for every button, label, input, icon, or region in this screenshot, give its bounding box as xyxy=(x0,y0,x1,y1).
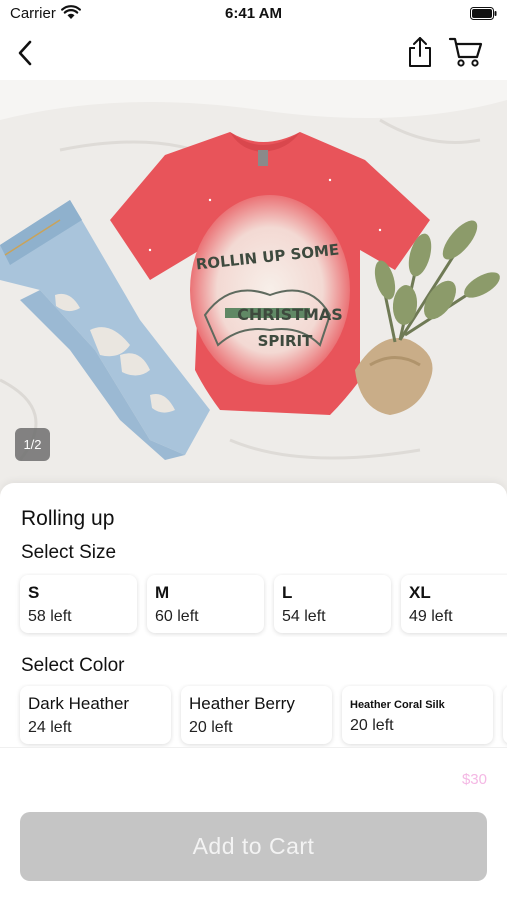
status-time: 6:41 AM xyxy=(225,5,282,22)
select-size-label: Select Size xyxy=(21,542,117,563)
cart-icon xyxy=(448,37,483,67)
color-name: Heather Berry xyxy=(189,694,295,713)
footer-divider xyxy=(0,747,507,748)
color-stock: 20 left xyxy=(350,717,394,734)
size-name: L xyxy=(282,583,293,602)
size-stock: 49 left xyxy=(409,608,453,625)
size-options: S 58 left M 60 left L 54 left XL 49 left xyxy=(0,573,507,637)
status-bar: Carrier 6:41 AM xyxy=(0,0,507,28)
select-color-label: Select Color xyxy=(21,655,125,676)
size-name: M xyxy=(155,583,170,602)
size-name: S xyxy=(28,583,40,602)
color-option-heather-coral-silk[interactable]: Heather Coral Silk 20 left xyxy=(342,686,493,744)
price-label: $30 xyxy=(461,771,487,788)
size-option-s[interactable]: S 58 left xyxy=(20,575,137,633)
cart-button[interactable] xyxy=(446,34,486,70)
share-button[interactable] xyxy=(403,34,437,70)
battery-icon xyxy=(470,7,497,20)
svg-text:SPIRIT: SPIRIT xyxy=(258,332,314,350)
share-icon xyxy=(409,37,431,67)
color-options: Dark Heather 24 left Heather Berry 20 le… xyxy=(0,684,507,748)
color-option-next[interactable] xyxy=(503,686,507,744)
size-option-m[interactable]: M 60 left xyxy=(147,575,264,633)
size-name: XL xyxy=(409,583,431,602)
size-option-l[interactable]: L 54 left xyxy=(274,575,391,633)
color-name: Dark Heather xyxy=(28,694,130,713)
product-options-sheet: Rolling up Select Size S 58 left M 60 le… xyxy=(0,483,507,900)
color-name: Heather Coral Silk xyxy=(350,699,445,711)
color-option-heather-berry[interactable]: Heather Berry 20 left xyxy=(181,686,332,744)
color-stock: 20 left xyxy=(189,719,233,736)
color-stock: 24 left xyxy=(28,719,72,736)
svg-text:CHRISTMAS: CHRISTMAS xyxy=(237,305,343,324)
chevron-left-icon xyxy=(18,40,32,66)
size-option-xl[interactable]: XL 49 left xyxy=(401,575,507,633)
size-stock: 60 left xyxy=(155,608,199,625)
size-stock: 58 left xyxy=(28,608,72,625)
product-title: Rolling up xyxy=(21,507,115,530)
color-option-dark-heather[interactable]: Dark Heather 24 left xyxy=(20,686,171,744)
add-to-cart-button[interactable]: Add to Cart xyxy=(20,812,487,881)
product-photo: ROLLIN UP SOME CHRISTMAS SPIRIT xyxy=(0,80,507,500)
back-button[interactable] xyxy=(10,36,40,70)
product-image[interactable]: ROLLIN UP SOME CHRISTMAS SPIRIT 1/2 xyxy=(0,80,507,500)
image-page-indicator: 1/2 xyxy=(15,428,50,461)
size-stock: 54 left xyxy=(282,608,326,625)
nav-bar xyxy=(0,28,507,78)
